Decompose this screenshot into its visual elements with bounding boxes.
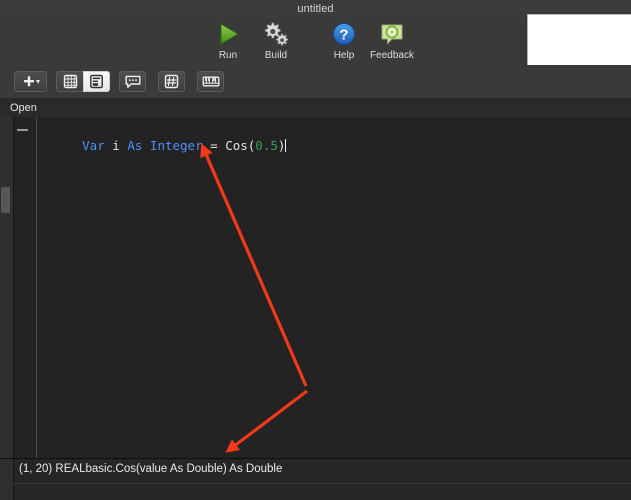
code-editor[interactable]: Var i As Integer = Cos(0.5): [37, 117, 631, 458]
comments-group: [119, 71, 146, 92]
code-token-cos-call: Cos(: [225, 138, 256, 153]
code-token-space-3: [142, 138, 150, 153]
hash-button[interactable]: [158, 71, 185, 92]
toolbar-button-help[interactable]: ? Help: [320, 19, 368, 65]
status-bar-rail: [0, 459, 14, 500]
status-bar: (1, 20) REALbasic.Cos(value As Double) A…: [0, 458, 631, 500]
toolbar-label-build: Build: [264, 50, 288, 61]
toolbar-button-feedback[interactable]: Feedback: [368, 19, 416, 65]
code-token-integer: Integer: [149, 138, 203, 153]
text-caret: [285, 139, 287, 152]
keyboard-group: [197, 71, 224, 92]
keyboard-button[interactable]: [197, 71, 224, 92]
svg-text:?: ?: [339, 27, 348, 44]
open-tab-bar[interactable]: Open: [0, 98, 631, 118]
left-rail: [0, 117, 14, 458]
open-label: Open: [10, 101, 37, 114]
layout-grid-button[interactable]: [56, 71, 83, 92]
window-title: untitled: [297, 2, 334, 15]
toolbar-label-run: Run: [218, 50, 238, 61]
code-fold-icon[interactable]: [17, 129, 28, 131]
comments-button[interactable]: [119, 71, 146, 92]
status-bar-text: (1, 20) REALbasic.Cos(value As Double) A…: [19, 463, 283, 475]
toolbar-button-run[interactable]: Run: [204, 19, 252, 65]
vertical-scrollbar-thumb[interactable]: [1, 187, 10, 213]
toolbar-label-feedback: Feedback: [370, 50, 414, 61]
editor-gutter: [14, 117, 37, 458]
feedback-bubble-icon: [379, 19, 405, 49]
hash-group: [158, 71, 185, 92]
code-token-assign: =: [202, 138, 226, 153]
play-triangle-icon: [215, 19, 241, 49]
code-token-identifier: i: [112, 138, 120, 153]
secondary-toolbar: [0, 65, 631, 99]
code-token-number: 0.5: [255, 138, 278, 153]
code-token-as: As: [127, 138, 143, 153]
code-token-close-paren: ): [277, 138, 286, 153]
code-line-1: Var i As Integer = Cos(0.5): [37, 122, 287, 170]
view-mode-group: [56, 71, 110, 92]
gears-icon: [262, 19, 290, 49]
application-window: untitled Run Build ? Help Feedback Open …: [0, 0, 631, 500]
status-bar-divider: [13, 483, 631, 484]
add-button[interactable]: [14, 71, 47, 92]
layout-code-button[interactable]: [83, 71, 110, 92]
toolbar-button-build[interactable]: Build: [252, 19, 300, 65]
code-token-var: Var: [82, 138, 105, 153]
toolbar-label-help: Help: [333, 50, 355, 61]
add-group: [14, 71, 47, 92]
question-circle-icon: ?: [331, 19, 357, 49]
